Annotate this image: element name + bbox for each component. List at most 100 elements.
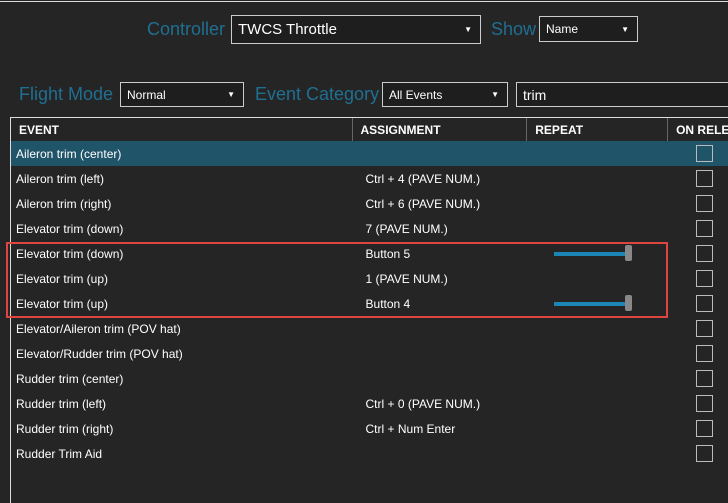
repeat-cell [527,241,668,266]
on-release-checkbox[interactable] [696,370,714,387]
assignment-cell[interactable]: Button 5 [353,247,528,261]
table-row[interactable]: Elevator trim (up) 1 (PAVE NUM.) [11,266,728,291]
event-cell: Aileron trim (right) [16,196,112,211]
event-cell: Elevator/Rudder trim (POV hat) [16,346,183,361]
table-header: EVENT ASSIGNMENT REPEAT ON RELEASE [11,118,728,141]
search-input[interactable]: trim [516,82,728,107]
on-release-cell [668,266,728,291]
repeat-cell [527,291,668,316]
show-value: Name [546,22,579,36]
on-release-cell [668,191,728,216]
on-release-cell [668,141,728,166]
repeat-cell [527,316,668,341]
controller-dropdown[interactable]: TWCS Throttle ▼ [231,15,481,44]
chevron-down-icon: ▼ [227,90,235,99]
repeat-slider-track[interactable] [554,302,627,306]
on-release-checkbox[interactable] [696,245,714,262]
event-cell: Rudder trim (right) [16,421,114,436]
controller-label: Controller [147,19,226,39]
repeat-cell [527,191,668,216]
event-cell: Elevator trim (up) [16,271,109,286]
header-event[interactable]: EVENT [11,118,353,141]
assignment-cell[interactable]: Button 4 [353,297,528,311]
table-row[interactable]: Elevator/Rudder trim (POV hat) [11,341,728,366]
flight-mode-label: Flight Mode [19,84,114,104]
assignment-cell[interactable]: Ctrl + Num Enter [353,422,528,436]
event-cell: Aileron trim (center) [16,146,122,161]
flight-mode-value: Normal [127,87,166,102]
chevron-down-icon: ▼ [621,24,629,34]
top-border [0,1,728,2]
table-row[interactable]: Rudder trim (right) Ctrl + Num Enter [11,416,728,441]
event-cell: Rudder trim (left) [16,396,107,411]
on-release-cell [668,291,728,316]
on-release-checkbox[interactable] [696,220,714,237]
on-release-cell [668,241,728,266]
controller-value: TWCS Throttle [238,21,337,38]
flight-mode-dropdown[interactable]: Normal ▼ [120,82,244,107]
on-release-checkbox[interactable] [696,420,714,437]
on-release-checkbox[interactable] [696,295,714,312]
assignment-cell[interactable]: 7 (PAVE NUM.) [353,222,528,236]
show-dropdown[interactable]: Name ▼ [539,16,638,42]
on-release-checkbox[interactable] [696,195,714,212]
on-release-checkbox[interactable] [696,395,714,412]
chevron-down-icon: ▼ [491,90,499,99]
assignment-cell[interactable]: Ctrl + 4 (PAVE NUM.) [353,172,528,186]
repeat-cell [527,441,668,466]
table-row[interactable]: Rudder Trim Aid [11,441,728,466]
on-release-checkbox[interactable] [696,145,714,162]
on-release-cell [668,341,728,366]
chevron-down-icon: ▼ [464,25,472,34]
table-row[interactable]: Elevator trim (up) Button 4 [11,291,728,316]
table-row[interactable]: Aileron trim (left) Ctrl + 4 (PAVE NUM.) [11,166,728,191]
repeat-slider-thumb[interactable] [625,295,633,311]
on-release-cell [668,216,728,241]
event-category-dropdown[interactable]: All Events ▼ [382,82,508,107]
repeat-cell [527,366,668,391]
repeat-cell [527,391,668,416]
table-row[interactable]: Elevator trim (down) 7 (PAVE NUM.) [11,216,728,241]
repeat-cell [527,216,668,241]
assignment-cell[interactable]: 1 (PAVE NUM.) [353,272,528,286]
table-row[interactable]: Aileron trim (center) [11,141,728,166]
table-row[interactable]: Rudder trim (left) Ctrl + 0 (PAVE NUM.) [11,391,728,416]
event-cell: Rudder trim (center) [16,371,124,386]
header-repeat[interactable]: REPEAT [527,118,669,141]
event-cell: Elevator trim (up) [16,296,109,311]
on-release-cell [668,441,728,466]
on-release-cell [668,316,728,341]
repeat-cell [527,341,668,366]
repeat-cell [527,141,668,166]
events-table: EVENT ASSIGNMENT REPEAT ON RELEASE Ailer… [10,117,728,503]
on-release-checkbox[interactable] [696,445,714,462]
on-release-cell [668,416,728,441]
on-release-cell [668,166,728,191]
table-row[interactable]: Elevator trim (down) Button 5 [11,241,728,266]
repeat-cell [527,416,668,441]
header-assignment[interactable]: ASSIGNMENT [353,118,528,141]
repeat-slider-thumb[interactable] [625,245,633,261]
on-release-cell [668,391,728,416]
table-row[interactable]: Aileron trim (right) Ctrl + 6 (PAVE NUM.… [11,191,728,216]
on-release-checkbox[interactable] [696,270,714,287]
header-on-release[interactable]: ON RELEASE [668,118,728,141]
repeat-cell [527,166,668,191]
assignment-cell[interactable]: Ctrl + 0 (PAVE NUM.) [353,397,528,411]
event-cell: Elevator/Aileron trim (POV hat) [16,321,181,336]
on-release-checkbox[interactable] [696,320,714,337]
repeat-cell [527,266,668,291]
event-category-label: Event Category [255,84,380,104]
on-release-checkbox[interactable] [696,345,714,362]
show-label: Show [491,19,537,39]
table-row[interactable]: Rudder trim (center) [11,366,728,391]
event-category-value: All Events [389,87,443,102]
event-cell: Elevator trim (down) [16,221,124,236]
table-row[interactable]: Elevator/Aileron trim (POV hat) [11,316,728,341]
assignment-cell[interactable]: Ctrl + 6 (PAVE NUM.) [353,197,528,211]
repeat-slider-track[interactable] [554,252,627,256]
event-cell: Elevator trim (down) [16,246,124,261]
on-release-checkbox[interactable] [696,170,714,187]
event-cell: Rudder Trim Aid [16,446,103,461]
event-cell: Aileron trim (left) [16,171,105,186]
